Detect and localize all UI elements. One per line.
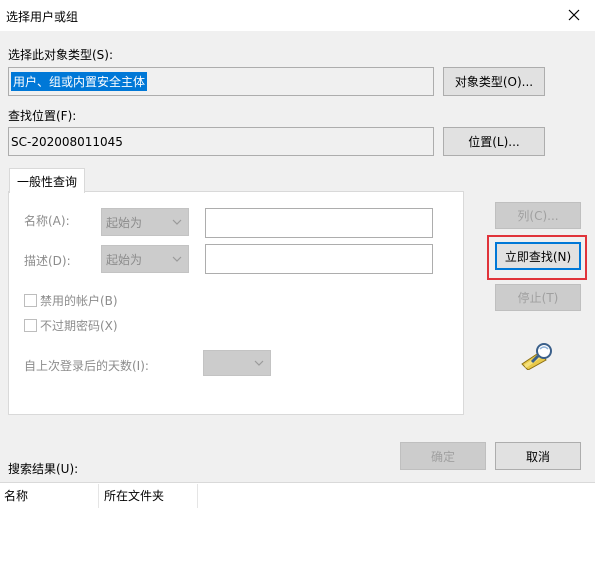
search-results-label: 搜索结果(U): xyxy=(8,462,79,476)
non-expiring-password-label: 不过期密码(X) xyxy=(40,319,118,333)
column-divider[interactable] xyxy=(98,484,99,508)
column-header-name[interactable]: 名称 xyxy=(4,487,28,504)
chevron-down-icon xyxy=(172,256,182,262)
days-since-logon-label: 自上次登录后的天数(I): xyxy=(24,359,149,373)
disabled-accounts-checkbox[interactable]: 禁用的帐户(B) xyxy=(24,292,118,309)
name-mode-value: 起始为 xyxy=(106,215,143,230)
columns-button[interactable]: 列(C)... xyxy=(495,202,581,229)
location-field: SC-202008011045 xyxy=(8,127,434,156)
object-type-value: 用户、组或内置安全主体 xyxy=(11,72,148,91)
chevron-down-icon xyxy=(172,219,182,225)
dialog-title: 选择用户或组 xyxy=(6,10,79,24)
location-label: 查找位置(F): xyxy=(8,109,77,123)
description-mode-value: 起始为 xyxy=(106,252,143,267)
cancel-button[interactable]: 取消 xyxy=(495,442,581,470)
name-input[interactable] xyxy=(205,208,433,238)
name-mode-select[interactable]: 起始为 xyxy=(101,208,189,236)
location-value: SC-202008011045 xyxy=(11,134,123,149)
checkbox-box xyxy=(24,319,37,332)
locations-button[interactable]: 位置(L)... xyxy=(443,127,545,156)
find-now-button[interactable]: 立即查找(N) xyxy=(495,242,581,270)
search-animation-icon xyxy=(520,340,556,373)
search-results-list[interactable] xyxy=(0,482,595,585)
title-bar xyxy=(0,0,595,31)
days-since-logon-select[interactable] xyxy=(203,350,271,376)
description-mode-select[interactable]: 起始为 xyxy=(101,245,189,273)
ok-button[interactable]: 确定 xyxy=(400,442,486,470)
close-icon[interactable] xyxy=(563,4,585,26)
description-input[interactable] xyxy=(205,244,433,274)
description-label: 描述(D): xyxy=(24,254,71,268)
column-divider[interactable] xyxy=(197,484,198,508)
checkbox-box xyxy=(24,294,37,307)
tab-common-queries[interactable]: 一般性查询 xyxy=(9,168,85,193)
disabled-accounts-label: 禁用的帐户(B) xyxy=(40,294,118,308)
stop-button[interactable]: 停止(T) xyxy=(495,284,581,311)
chevron-down-icon xyxy=(254,360,264,366)
column-header-folder[interactable]: 所在文件夹 xyxy=(104,487,164,504)
object-types-button[interactable]: 对象类型(O)... xyxy=(443,67,545,96)
non-expiring-password-checkbox[interactable]: 不过期密码(X) xyxy=(24,317,118,334)
object-type-label: 选择此对象类型(S): xyxy=(8,48,114,62)
object-type-field[interactable]: 用户、组或内置安全主体 xyxy=(8,67,434,96)
tab-label: 一般性查询 xyxy=(16,174,77,189)
name-label: 名称(A): xyxy=(24,214,70,228)
